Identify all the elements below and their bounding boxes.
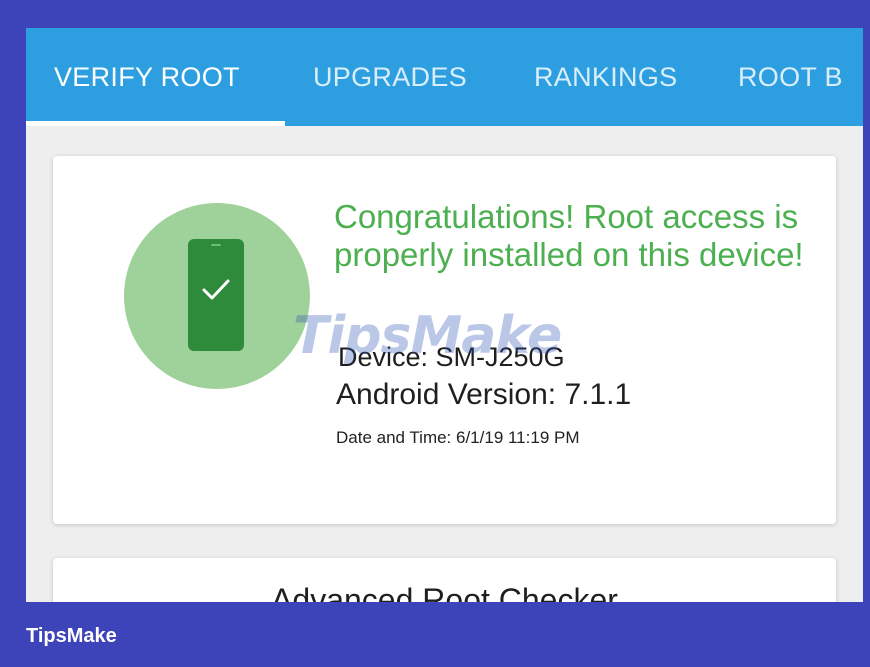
phone-speaker [211, 244, 221, 246]
tab-root-b[interactable]: ROOT B [738, 62, 843, 93]
advanced-root-checker-card[interactable]: Advanced Root Checker [53, 558, 836, 602]
tab-verify-root[interactable]: VERIFY ROOT [54, 62, 240, 93]
tab-rankings[interactable]: RANKINGS [534, 62, 677, 93]
app-screen: VERIFY ROOT UPGRADES RANKINGS ROOT B Con… [26, 28, 863, 602]
advanced-root-checker-title: Advanced Root Checker [271, 582, 618, 602]
tab-upgrades[interactable]: UPGRADES [313, 62, 467, 93]
tab-selected-indicator [26, 121, 285, 126]
footer-brand: TipsMake [26, 625, 117, 647]
tab-bar: VERIFY ROOT UPGRADES RANKINGS ROOT B [26, 28, 863, 126]
date-time: Date and Time: 6/1/19 11:19 PM [336, 428, 580, 447]
root-status-message: Congratulations! Root access is properly… [334, 198, 804, 273]
status-circle [124, 203, 310, 389]
root-status-card: Congratulations! Root access is properly… [53, 156, 836, 524]
device-model: Device: SM-J250G [338, 342, 565, 372]
android-version: Android Version: 7.1.1 [336, 378, 632, 411]
check-icon [202, 279, 230, 300]
phone-check-icon [188, 239, 244, 351]
